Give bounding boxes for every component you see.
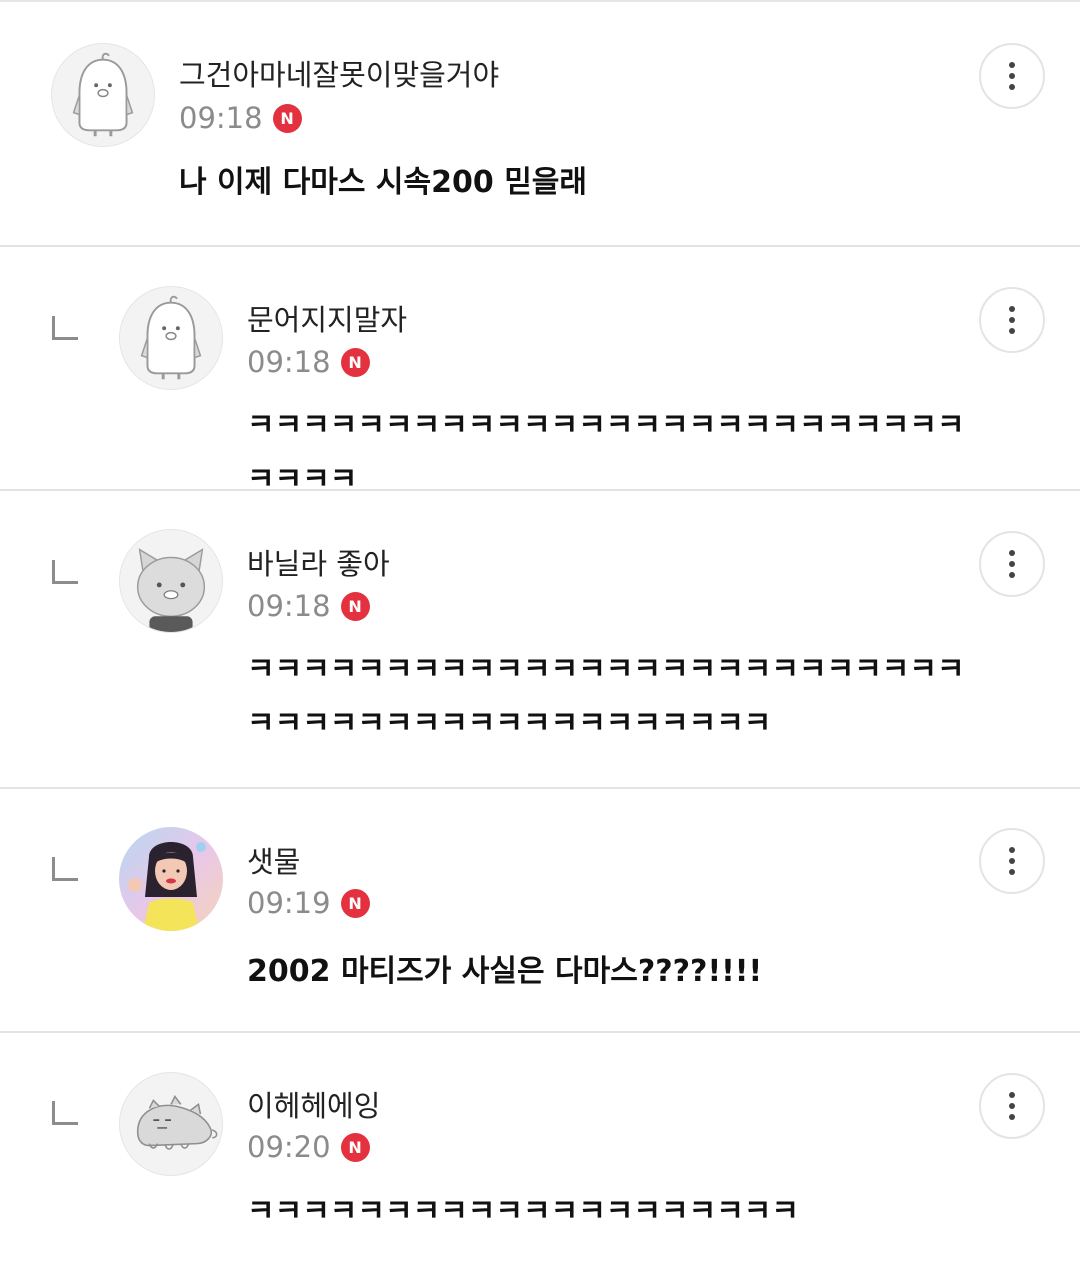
- reply-item: 바닐라 좋아 09:18 N ㅋㅋㅋㅋㅋㅋㅋㅋㅋㅋㅋㅋㅋㅋㅋㅋㅋㅋㅋㅋㅋㅋㅋㅋㅋ…: [0, 491, 1080, 789]
- penguin-avatar-icon[interactable]: [119, 286, 223, 390]
- reply-item: 샛물 09:19 N 2002 마티즈가 사실은 다마스????!!!!: [0, 789, 1080, 1033]
- comment-text: 2002 마티즈가 사실은 다마스????!!!!: [247, 954, 763, 989]
- comment-time: 09:19: [247, 886, 331, 920]
- new-badge-icon: N: [340, 888, 370, 918]
- cat-avatar-icon[interactable]: [119, 529, 223, 633]
- more-vertical-icon: [1009, 1092, 1015, 1098]
- new-badge-icon: N: [340, 591, 370, 621]
- reply-item: 문어지지말자 09:18 N ㅋㅋㅋㅋㅋㅋㅋㅋㅋㅋㅋㅋㅋㅋㅋㅋㅋㅋㅋㅋㅋㅋㅋㅋㅋ…: [0, 247, 1080, 497]
- comment-meta: 09:18 N: [247, 589, 370, 623]
- new-badge-icon: N: [272, 103, 302, 133]
- comment-text: ㅋㅋㅋㅋㅋㅋㅋㅋㅋㅋㅋㅋㅋㅋㅋㅋㅋㅋㅋㅋ: [247, 1194, 799, 1229]
- comment-author[interactable]: 샛물: [247, 839, 300, 881]
- more-options-button[interactable]: [979, 43, 1045, 109]
- comment-meta: 09:18 N: [179, 101, 302, 135]
- more-options-button[interactable]: [979, 531, 1045, 597]
- more-vertical-icon: [1009, 550, 1015, 556]
- reply-indent-icon: [52, 1101, 78, 1125]
- new-badge-icon: N: [340, 347, 370, 377]
- comment-meta: 09:19 N: [247, 886, 370, 920]
- reply-indent-icon: [52, 560, 78, 584]
- reply-indent-icon: [52, 857, 78, 881]
- more-options-button[interactable]: [979, 828, 1045, 894]
- comment-time: 09:18: [247, 589, 331, 623]
- comment-time: 09:20: [247, 1130, 331, 1164]
- photo-avatar-icon[interactable]: [119, 827, 223, 931]
- more-vertical-icon: [1009, 847, 1015, 853]
- reply-item: 이헤헤에잉 09:20 N ㅋㅋㅋㅋㅋㅋㅋㅋㅋㅋㅋㅋㅋㅋㅋㅋㅋㅋㅋㅋ: [0, 1033, 1080, 1272]
- comment-author[interactable]: 그건아마네잘못이맞을거야: [179, 52, 499, 94]
- reply-indent-icon: [52, 316, 78, 340]
- more-vertical-icon: [1009, 306, 1015, 312]
- comment-text: 나 이제 다마스 시속200 믿을래: [179, 165, 587, 200]
- blob-creature-avatar-icon[interactable]: [119, 1072, 223, 1176]
- comment-meta: 09:18 N: [247, 345, 370, 379]
- more-options-button[interactable]: [979, 287, 1045, 353]
- comment-meta: 09:20 N: [247, 1130, 370, 1164]
- new-badge-icon: N: [340, 1132, 370, 1162]
- comment-author[interactable]: 문어지지말자: [247, 297, 407, 339]
- comment-item: 그건아마네잘못이맞을거야 09:18 N 나 이제 다마스 시속200 믿을래: [0, 2, 1080, 247]
- comment-time: 09:18: [179, 101, 263, 135]
- penguin-avatar-icon[interactable]: [51, 43, 155, 147]
- more-options-button[interactable]: [979, 1073, 1045, 1139]
- comment-text: ㅋㅋㅋㅋㅋㅋㅋㅋㅋㅋㅋㅋㅋㅋㅋㅋㅋㅋㅋㅋㅋㅋㅋㅋㅋㅋㅋㅋㅋㅋㅋㅋㅋㅋㅋㅋㅋㅋㅋㅋ…: [247, 652, 965, 741]
- comment-time: 09:18: [247, 345, 331, 379]
- comment-author[interactable]: 이헤헤에잉: [247, 1083, 380, 1125]
- more-vertical-icon: [1009, 62, 1015, 68]
- comment-author[interactable]: 바닐라 좋아: [247, 541, 390, 583]
